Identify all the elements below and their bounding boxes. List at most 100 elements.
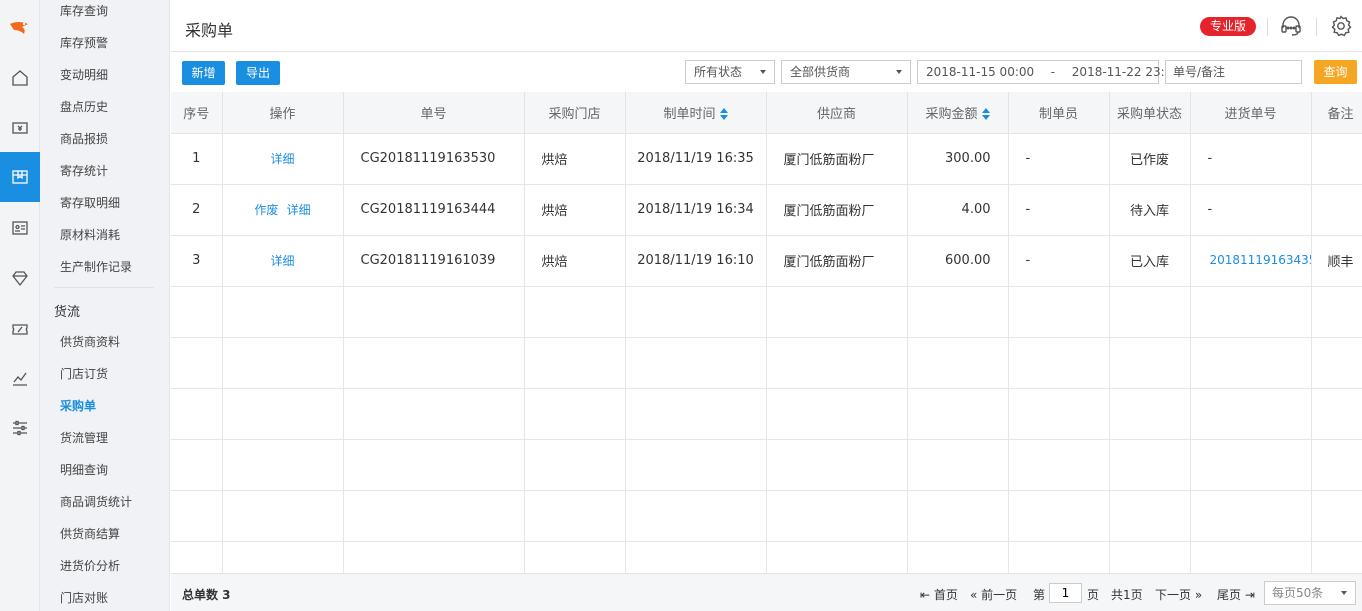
submenu-item-supplier-info[interactable]: 供货商资料: [60, 333, 120, 350]
search-input[interactable]: [1165, 60, 1302, 84]
detail-link[interactable]: 详细: [270, 152, 294, 166]
column-header-sortable[interactable]: 制单时间: [625, 92, 767, 134]
table-header-row: 序号 操作 单号 采购门店 制单时间 供应商 采购金额 制单员 采购单状态 进货…: [171, 92, 1362, 134]
column-header: 制单员: [1008, 92, 1110, 134]
cell-time: 2018/11/19 16:35: [625, 133, 767, 185]
page-number-input[interactable]: [1049, 583, 1082, 603]
submenu-item-transfer-stats[interactable]: 商品调货统计: [60, 493, 132, 510]
gear-icon[interactable]: [1329, 14, 1353, 38]
cell-actions: 详细: [222, 133, 344, 185]
cell-status: 已入库: [1109, 235, 1191, 287]
main-content: 采购单 专业版 新增 导出 所有状态 全部供货商 2018-11-15 00:0…: [171, 0, 1362, 611]
submenu-item-storage-detail[interactable]: 寄存取明细: [60, 194, 120, 211]
per-page-value: 每页50条: [1272, 586, 1324, 600]
icon-rail: [0, 0, 40, 611]
cell-order-no: CG20181119161039: [343, 235, 525, 287]
date-start: 2018-11-15 00:00: [926, 65, 1035, 79]
submenu-item-purchase-order[interactable]: 采购单: [60, 397, 96, 414]
cell-note: 顺丰: [1311, 235, 1362, 287]
submenu-item-material-consumption[interactable]: 原材料消耗: [60, 226, 120, 243]
submenu-item-supplier-settlement[interactable]: 供货商结算: [60, 525, 120, 542]
detail-link[interactable]: 详细: [270, 254, 294, 268]
cashier-icon[interactable]: [0, 103, 40, 153]
column-header-label: 制单时间: [663, 106, 716, 122]
home-icon[interactable]: [0, 53, 40, 103]
settings-sliders-icon[interactable]: [0, 403, 40, 453]
submenu-item-change-detail[interactable]: 变动明细: [60, 66, 108, 83]
toolbar: 新增 导出 所有状态 全部供货商 2018-11-15 00:00 - 2018…: [171, 52, 1362, 92]
submenu-item-purchase-price-analysis[interactable]: 进货价分析: [60, 557, 120, 574]
cell-creator: -: [1008, 184, 1110, 236]
submenu-section-title: 货流: [54, 305, 81, 320]
sort-icon[interactable]: [719, 108, 728, 121]
cell-order-no: CG20181119163530: [343, 133, 525, 185]
total-pages: 共1页: [1111, 588, 1143, 602]
edition-badge[interactable]: 专业版: [1200, 17, 1256, 36]
cell-creator: -: [1008, 235, 1110, 287]
next-page-button[interactable]: 下一页 »: [1155, 586, 1202, 603]
cell-supplier: 厦门低筋面粉厂: [766, 133, 908, 185]
submenu-item-store-order[interactable]: 门店订货: [60, 365, 108, 382]
supplier-select[interactable]: 全部供货商: [781, 60, 911, 84]
query-button[interactable]: 查询: [1314, 60, 1357, 84]
member-card-icon[interactable]: [0, 203, 40, 253]
report-chart-icon[interactable]: [0, 353, 40, 403]
empty-row: [171, 439, 1362, 491]
cell-store: 烘焙: [524, 133, 626, 185]
last-page-button[interactable]: 尾页 ⇥: [1217, 586, 1255, 603]
cell-amount: 4.00: [907, 184, 1009, 236]
page-title: 采购单: [185, 21, 234, 40]
cell-status: 待入库: [1109, 184, 1191, 236]
submenu-item-stocktake-history[interactable]: 盘点历史: [60, 98, 108, 115]
page-prefix: 第: [1033, 588, 1046, 602]
cell-supplier: 厦门低筋面粉厂: [766, 235, 908, 287]
column-header: 采购单状态: [1109, 92, 1191, 134]
empty-row: [171, 286, 1362, 338]
empty-row: [171, 541, 1362, 573]
date-range-picker[interactable]: 2018-11-15 00:00 - 2018-11-22 23:59: [917, 60, 1180, 84]
submenu-item-loss-report[interactable]: 商品报损: [60, 130, 108, 147]
page-suffix: 页: [1087, 588, 1100, 602]
headset-support-icon[interactable]: [1279, 14, 1303, 38]
inventory-icon[interactable]: [0, 152, 40, 202]
cell-order-no: CG20181119163444: [343, 184, 525, 236]
column-header-sortable[interactable]: 采购金额: [907, 92, 1009, 134]
empty-row: [171, 490, 1362, 542]
cell-note: [1311, 133, 1362, 185]
sort-icon[interactable]: [981, 108, 990, 121]
cell-note: [1311, 184, 1362, 236]
submenu-item-production-record[interactable]: 生产制作记录: [60, 258, 132, 275]
diamond-icon[interactable]: [0, 253, 40, 303]
prev-page-button[interactable]: « 前一页: [970, 586, 1017, 603]
submenu: 库存查询 库存预警 变动明细 盘点历史 商品报损 寄存统计 寄存取明细 原材料消…: [40, 0, 170, 611]
cell-creator: -: [1008, 133, 1110, 185]
submenu-item-inventory-alert[interactable]: 库存预警: [60, 34, 108, 51]
receipt-link[interactable]: 20181119163435: [1210, 253, 1311, 267]
date-separator: -: [1050, 65, 1056, 79]
per-page-select[interactable]: 每页50条: [1264, 581, 1356, 605]
coupon-icon[interactable]: [0, 303, 40, 353]
purchase-order-table: 序号 操作 单号 采购门店 制单时间 供应商 采购金额 制单员 采购单状态 进货…: [171, 92, 1362, 573]
cell-no: 1: [171, 133, 223, 185]
void-link[interactable]: 作废: [254, 203, 278, 217]
chevron-down-icon: [896, 70, 902, 74]
submenu-item-flow-management[interactable]: 货流管理: [60, 429, 108, 446]
top-divider: [1267, 18, 1268, 36]
column-header: 单号: [343, 92, 525, 134]
app-logo-icon[interactable]: [0, 8, 40, 48]
submenu-item-store-reconciliation[interactable]: 门店对账: [60, 589, 108, 606]
cell-amount: 300.00: [907, 133, 1009, 185]
submenu-item-detail-query[interactable]: 明细查询: [60, 461, 108, 478]
first-page-button[interactable]: ⇤ 首页: [920, 586, 958, 603]
chevron-down-icon: [1341, 591, 1347, 595]
supplier-select-value: 全部供货商: [790, 65, 851, 79]
export-button[interactable]: 导出: [236, 61, 280, 85]
cell-amount: 600.00: [907, 235, 1009, 287]
status-select[interactable]: 所有状态: [685, 60, 775, 84]
submenu-item-inventory-query[interactable]: 库存查询: [60, 2, 108, 19]
detail-link[interactable]: 详细: [287, 203, 311, 217]
add-button[interactable]: 新增: [182, 61, 225, 85]
cell-receipt-no: -: [1190, 184, 1312, 236]
submenu-item-storage-stats[interactable]: 寄存统计: [60, 162, 108, 179]
top-bar: 采购单 专业版: [171, 0, 1362, 52]
